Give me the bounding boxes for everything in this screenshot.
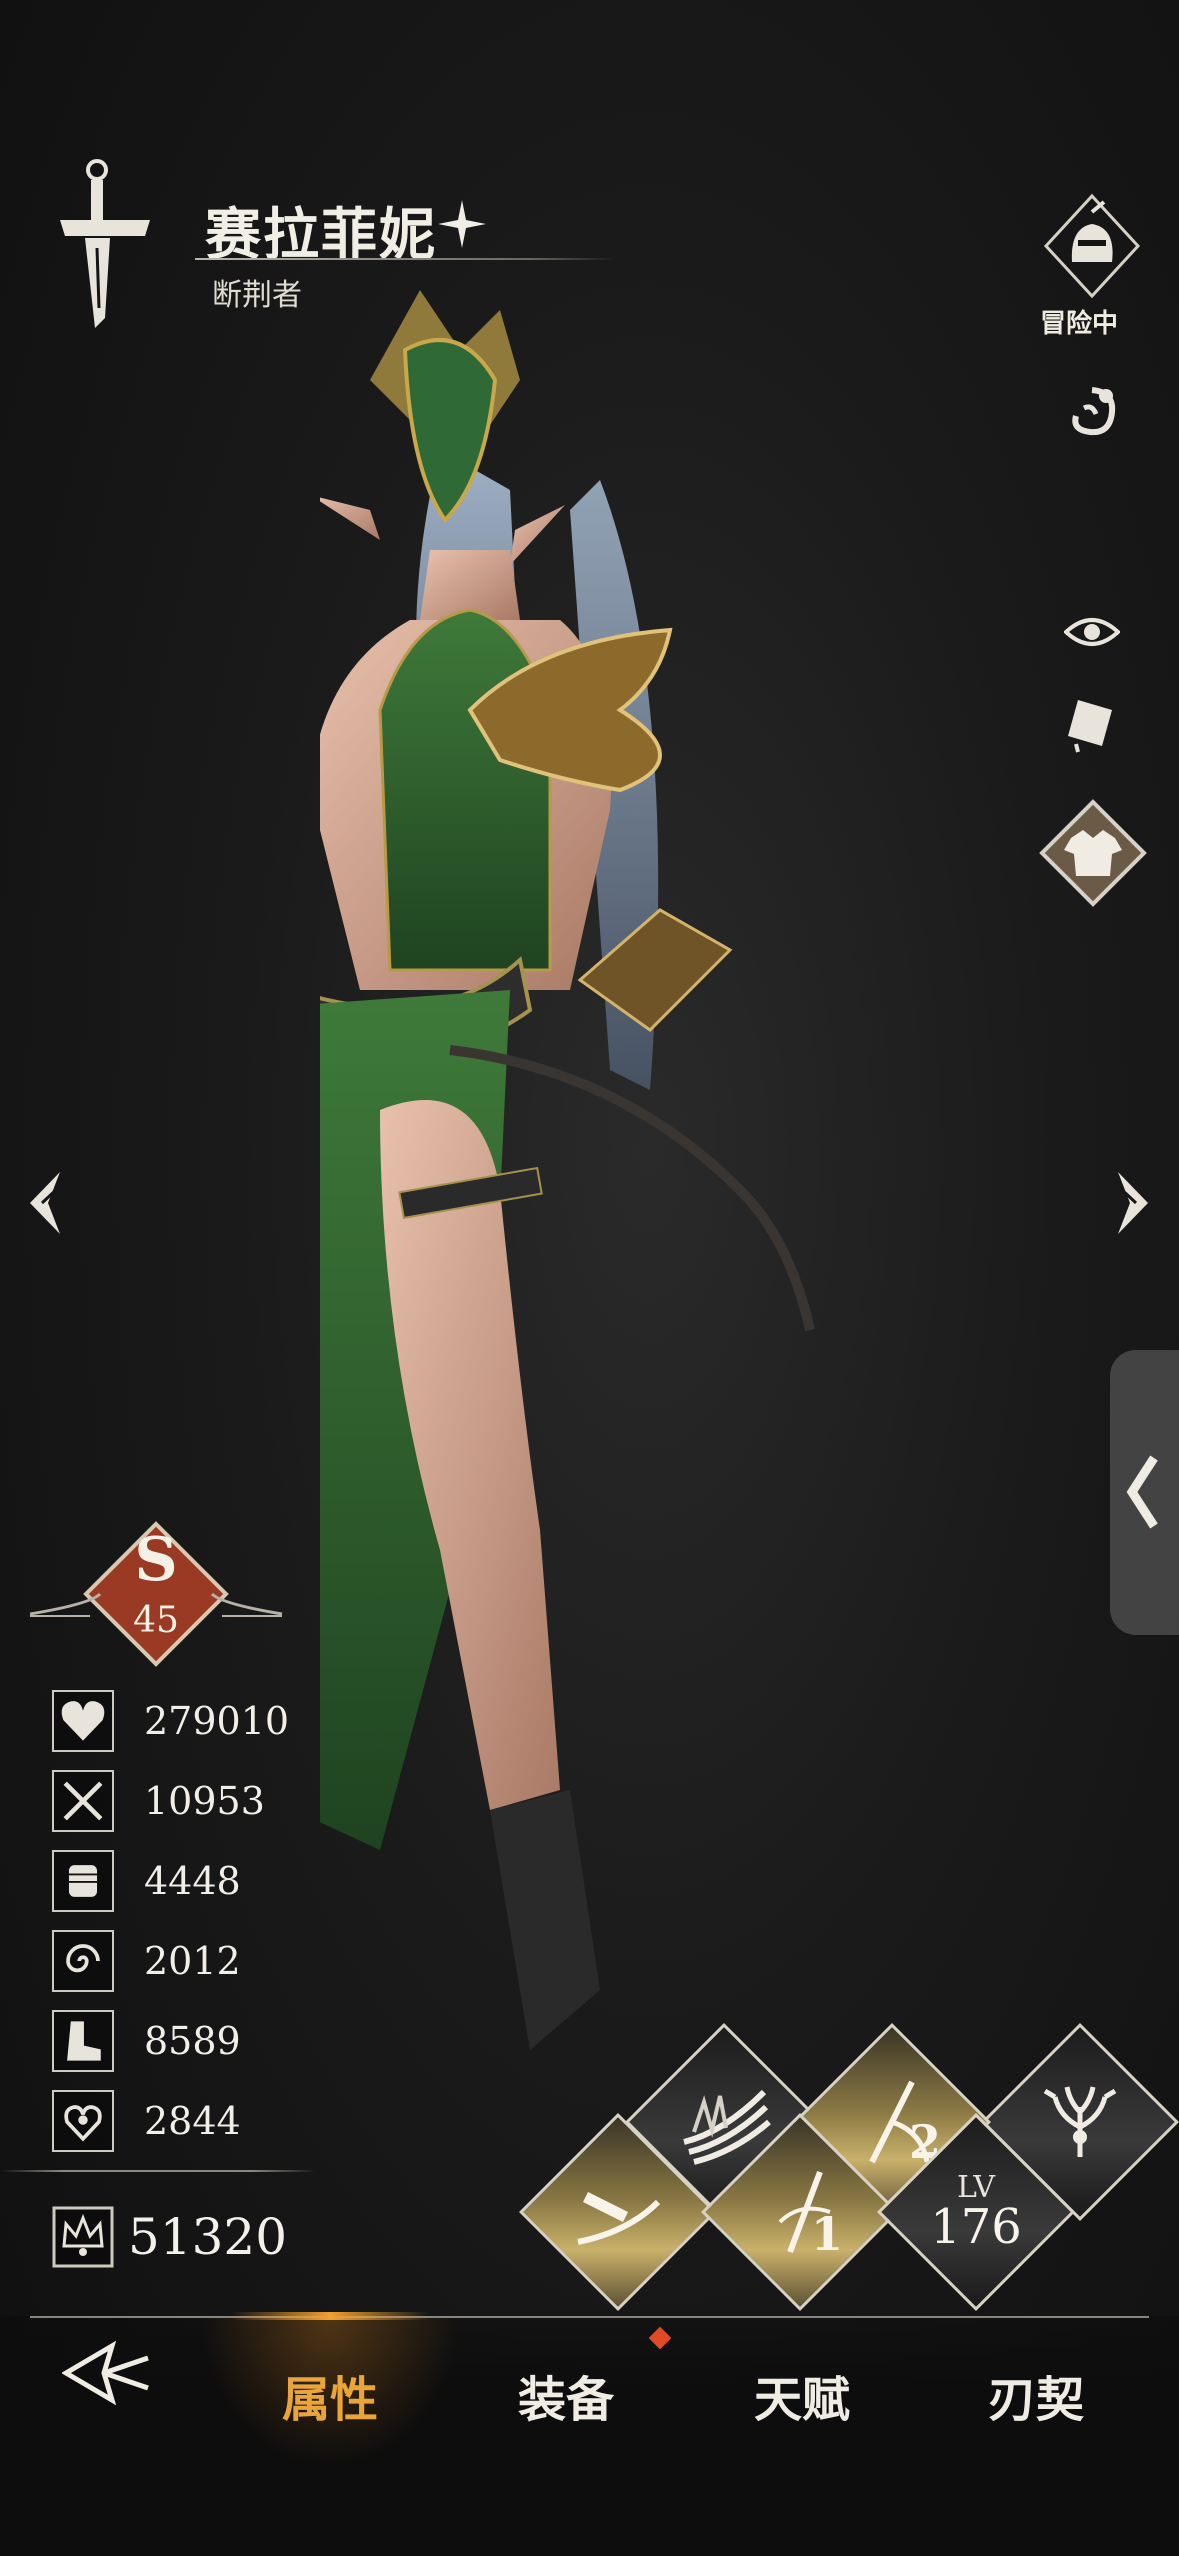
outfit-shirt-icon[interactable] [1038, 798, 1148, 908]
stat-value: 8589 [144, 2019, 241, 2063]
stat-value: 2012 [144, 1939, 241, 1983]
heart-icon [52, 1690, 114, 1752]
combat-power-value: 51320 [128, 2208, 288, 2266]
next-character-arrow-icon[interactable] [1112, 1168, 1156, 1238]
class-emblem-sword-icon [60, 159, 150, 328]
fist-icon [52, 1850, 114, 1912]
stat-value: 10953 [144, 1779, 265, 1823]
stat-row: 279010 [52, 1688, 312, 1754]
stat-row: 8589 [52, 2008, 312, 2074]
sword-strike-icon [577, 2192, 661, 2245]
name-underline [195, 258, 615, 260]
side-drawer-tab[interactable] [1110, 1350, 1179, 1635]
chevron-left-icon [1126, 1455, 1158, 1529]
stat-value: 2844 [144, 2099, 241, 2143]
character-title: 断荆者 [212, 278, 302, 313]
swirl-icon [52, 1930, 114, 1992]
heart-hand-icon [52, 2090, 114, 2152]
back-icon[interactable] [62, 2338, 152, 2408]
stat-value: 279010 [144, 1699, 290, 1743]
stat-value: 4448 [144, 1859, 241, 1903]
level-value: 176 [930, 2199, 1022, 2255]
view-eye-icon[interactable] [1052, 592, 1132, 672]
antler-tree-icon [1043, 2086, 1117, 2157]
stats-divider [0, 2170, 315, 2172]
stat-row: 4448 [52, 1848, 312, 1914]
nav-divider [30, 2316, 1149, 2318]
star-icon [438, 200, 486, 248]
tab-attributes[interactable]: 属性 [230, 2340, 430, 2450]
crown-icon [52, 2206, 114, 2268]
stat-row: 10953 [52, 1768, 312, 1834]
voice-icon[interactable] [1052, 372, 1132, 452]
boot-icon [52, 2010, 114, 2072]
active-tab-indicator [232, 2312, 428, 2320]
card-icon[interactable] [1052, 684, 1132, 764]
tab-blade-pact[interactable]: 刃契 [936, 2340, 1136, 2450]
tab-talent[interactable]: 天赋 [702, 2340, 902, 2450]
previous-character-arrow-icon[interactable] [22, 1168, 66, 1238]
skill-1-number: 1 [810, 2207, 843, 2261]
stat-row: 2012 [52, 1928, 312, 1994]
adventure-status-label: 冒险中 [1040, 309, 1119, 339]
stat-row: 2844 [52, 2088, 312, 2154]
crossed-swords-icon [52, 1770, 114, 1832]
adventure-status-helmet-icon[interactable] [1040, 192, 1144, 300]
rank-level: 45 [133, 1600, 179, 1641]
character-model[interactable] [320, 290, 1040, 2210]
tab-equipment[interactable]: 装备 [466, 2340, 666, 2450]
rank-grade: S [134, 1525, 178, 1595]
